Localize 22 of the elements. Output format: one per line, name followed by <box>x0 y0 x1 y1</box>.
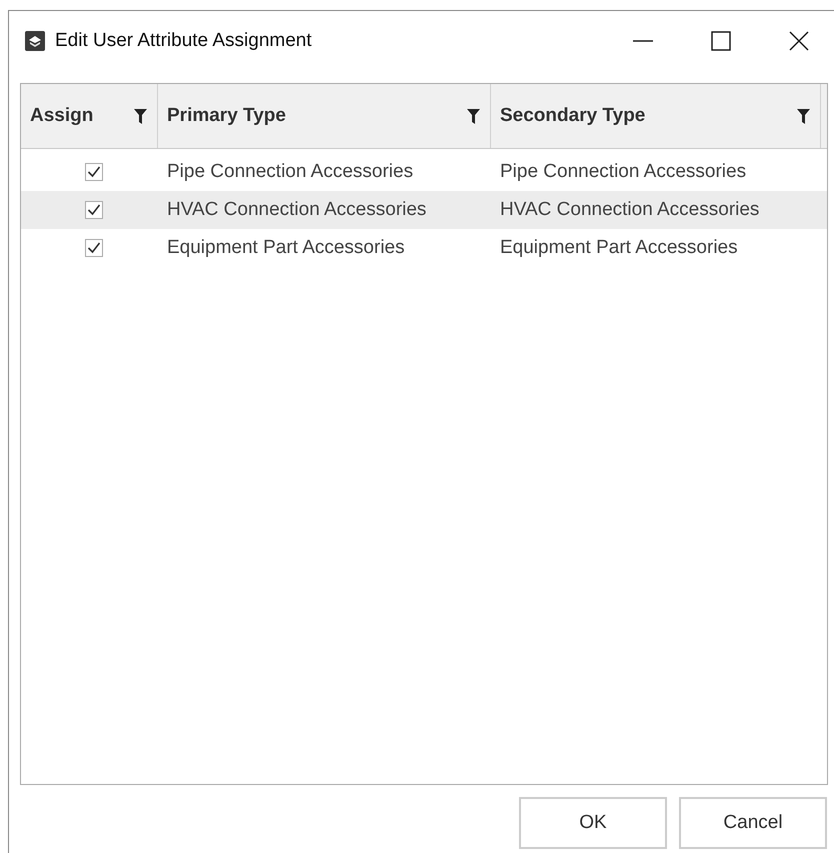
column-header[interactable]: Assign <box>21 84 158 148</box>
column-header[interactable]: Primary Type <box>158 84 491 148</box>
table-cell-text: Pipe Connection Accessories <box>166 161 414 183</box>
column-header[interactable]: Secondary Type <box>491 84 821 148</box>
table-cell-text: Pipe Connection Accessories <box>499 161 748 183</box>
table-cell-text: HVAC Connection Accessories <box>499 199 760 221</box>
filter-icon[interactable] <box>797 108 810 124</box>
window-title: Edit User Attribute Assignment <box>55 30 312 52</box>
dialog-button[interactable]: Cancel <box>679 797 827 849</box>
close-icon[interactable] <box>788 30 810 52</box>
checkbox[interactable] <box>85 163 103 181</box>
filter-icon[interactable] <box>467 108 480 124</box>
dialog-button[interactable]: OK <box>519 797 667 849</box>
maximize-icon[interactable] <box>710 30 732 52</box>
table-cell-text: HVAC Connection Accessories <box>166 199 428 221</box>
selected-row[interactable]: HVAC Connection Accessories HVAC Connection Accessories <box>21 191 827 229</box>
checkbox[interactable] <box>85 201 103 219</box>
app-icon <box>25 31 45 51</box>
table-cell-text: Equipment Part Accessories <box>166 237 406 259</box>
table-cell-text: Equipment Part Accessories <box>499 237 739 259</box>
filter-icon[interactable] <box>134 108 147 124</box>
checkbox[interactable] <box>85 239 103 257</box>
